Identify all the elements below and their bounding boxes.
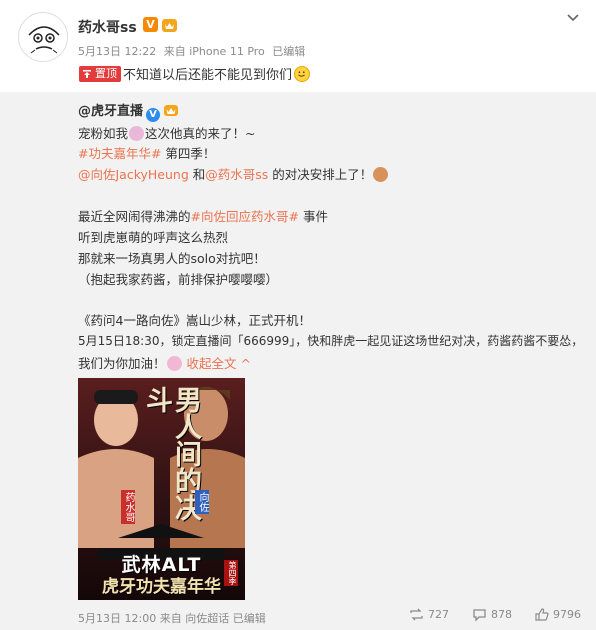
poster-name-left: 药水哥 [121,490,135,524]
comment-count: 878 [491,608,512,621]
line1-b: 这次他真的来了！~ [145,126,256,141]
repost-line-8: 《药问4一路向佐》嵩山少林，正式开机！ [78,313,311,328]
collapse-full-text-link[interactable]: 收起全文 ^ [187,356,251,371]
monkey-emoji-icon [373,167,389,182]
poster-name-right: 向佐 [195,490,209,514]
repost-date[interactable]: 5月13日 12:00 [78,612,156,625]
repost-line-5: 听到虎崽萌的呼声这么热烈 [78,230,229,245]
comment-icon [473,609,486,622]
repost-line-7: （抱起我家药酱，前排保护嘤嘤嘤） [78,272,279,287]
pinned-badge: 置顶 [79,66,121,82]
reposted-content: @虎牙直播 V 宠粉如我 这次他真的来了！~ #功夫嘉年华# 第四季！ @向佐Jac… [0,92,596,630]
repost-author[interactable]: @虎牙直播 [78,104,143,119]
post-source: 来自 iPhone 11 Pro [163,45,265,58]
poster-bottom-subtitle: 虎牙功夫嘉年华 [102,577,221,597]
verified-badge: V [143,17,158,32]
comment-count-button[interactable]: 878 [472,607,512,622]
poster-season: 第四季 [224,560,238,586]
thumbs-up-icon [535,608,549,621]
repost-line-6: 那就来一场真男人的solo对抗吧！ [78,251,266,266]
pin-icon [83,70,91,78]
member-crown-icon [162,19,177,32]
topic-link-response[interactable]: #向佐回应药水哥# [191,209,299,224]
verified-blue-badge: V [146,108,161,122]
repost-line-2: #功夫嘉年华# 第四季！ [78,143,215,162]
repost-line-3: @向佐JackyHeung 和@药水哥ss 的对决安排上了！ [78,164,389,183]
repost-author-row: @虎牙直播 V [78,100,179,122]
repost-line-10: 我们为你加油！ 收起全文 ^ [78,353,251,372]
post-date[interactable]: 5月13日 12:22 [78,45,156,58]
poster-image[interactable]: 男人间的决斗 药水哥 向佐 武林ALT 虎牙功夫嘉年华 第四季 [78,378,245,600]
line1-a: 宠粉如我 [78,126,129,141]
like-count: 9796 [553,608,581,621]
post-text-content: 不知道以后还能不能见到你们 [123,68,293,83]
post-edited[interactable]: 已编辑 [272,45,305,58]
post-text: 不知道以后还能不能见到你们 [123,64,311,83]
repost-line-4: 最近全网闹得沸沸的#向佐回应药水哥# 事件 [78,206,328,225]
pig-emoji-icon [129,126,145,141]
topic-link-kungfu[interactable]: #功夫嘉年华# [78,146,161,161]
repost-count: 727 [428,608,449,621]
line3-b: 的对决安排上了！ [268,167,373,182]
repost-count-button[interactable]: 727 [409,607,449,622]
pig-emoji-icon [166,356,182,371]
member-crown-icon [164,105,179,116]
pinned-label: 置顶 [95,67,117,80]
repost-source: 来自 向佐超话 [159,612,230,625]
repost-line-9: 5月15日18:30，锁定直播间「666999」，快和胖虎一起见证这场世纪对决，… [78,334,584,348]
smile-emoji-icon [294,66,311,82]
line10-a: 我们为你加油！ [78,356,166,371]
author-name[interactable]: 药水哥ss [78,17,137,37]
repost-icon [410,608,423,621]
repost-meta: 5月13日 12:00 来自 向佐超话 已编辑 [78,610,266,626]
line3-and: 和 [188,167,206,182]
repost-line-1: 宠粉如我 这次他真的来了！~ [78,123,256,142]
chevron-down-icon[interactable] [566,13,580,23]
post-meta: 5月13日 12:22 来自 iPhone 11 Pro 已编辑 [78,43,309,59]
like-count-button[interactable]: 9796 [534,607,581,622]
mention-yaoshui[interactable]: @药水哥ss [205,167,268,182]
avatar[interactable] [18,12,68,62]
repost-edited[interactable]: 已编辑 [233,612,266,625]
mention-jacky[interactable]: @向佐JackyHeung [78,167,189,182]
line4-b: 事件 [298,209,328,224]
line4-a: 最近全网闹得沸沸的 [78,209,191,224]
poster-title: 男人间的决斗 [141,386,201,521]
line2-b: 第四季！ [161,146,216,161]
